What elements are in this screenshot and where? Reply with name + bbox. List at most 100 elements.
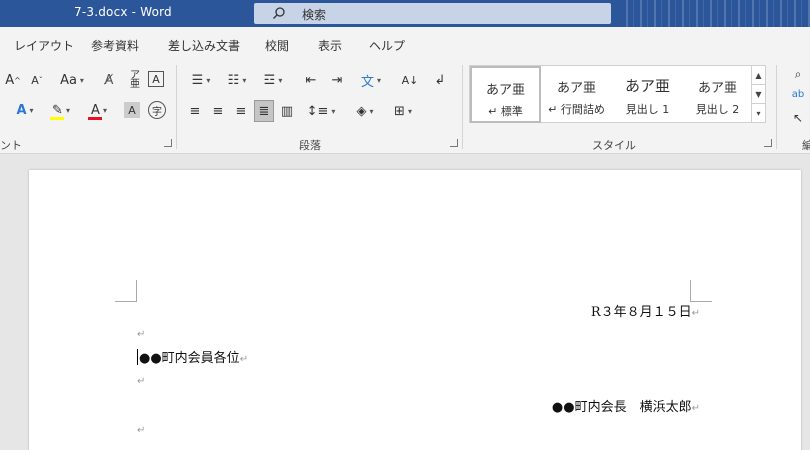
empty-paragraph[interactable]: ↵ xyxy=(137,373,145,388)
separator xyxy=(776,65,777,149)
chevron-down-icon[interactable]: ▼ xyxy=(752,85,765,104)
title-bar-decoration xyxy=(620,0,810,27)
align-center-icon: ≡ xyxy=(212,103,224,119)
enclosed-char-button[interactable]: 字 xyxy=(148,101,166,119)
tab-review[interactable]: 校閲 xyxy=(265,37,289,54)
distributed-button[interactable]: ▥ xyxy=(278,100,296,122)
ribbon-tabs: レイアウト 参考資料 差し込み文書 校閲 表示 ヘルプ xyxy=(0,27,810,61)
numbering-icon: ☷ xyxy=(227,72,240,88)
search-icon xyxy=(273,7,285,19)
justify-icon: ≣ xyxy=(258,103,270,119)
font-color-icon: A xyxy=(91,102,100,118)
chevron-down-icon: ▾ xyxy=(79,75,84,85)
asian-layout-icon: 文 xyxy=(360,74,374,90)
title-bar: 7-3.docx - Word 検索 xyxy=(0,0,810,27)
search-box[interactable]: 検索 xyxy=(254,3,611,24)
shading-button[interactable]: ◈ ▾ xyxy=(350,100,380,122)
date-line[interactable]: R３年８月１５日↵ xyxy=(591,301,700,320)
char-shading-button[interactable]: A xyxy=(124,102,140,118)
font-dialog-launcher[interactable] xyxy=(164,139,172,147)
line-spacing-button[interactable]: ↕≡ ▾ xyxy=(306,100,336,122)
document-page[interactable]: R３年８月１５日↵ ↵ ●●町内会員各位↵ ↵ ●●町内会長 横浜太郎↵ ↵ xyxy=(29,170,801,450)
align-left-icon: ≡ xyxy=(189,103,201,119)
style-no-spacing[interactable]: あア亜 ↵ 行間詰め xyxy=(541,66,612,123)
more-styles-icon[interactable]: ▾ xyxy=(752,104,765,123)
numbering-button[interactable]: ☷ ▾ xyxy=(222,69,252,91)
tab-layout[interactable]: レイアウト xyxy=(14,37,74,54)
justify-button[interactable]: ≣ xyxy=(254,100,274,122)
asian-layout-button[interactable]: 文 ▾ xyxy=(356,69,386,91)
borders-button[interactable]: ⊞ ▾ xyxy=(388,100,418,122)
search-icon: ⌕ xyxy=(794,66,802,81)
tab-help[interactable]: ヘルプ xyxy=(369,37,405,54)
borders-icon: ⊞ xyxy=(394,103,405,119)
align-right-icon: ≡ xyxy=(235,103,247,119)
font-group-label: ント xyxy=(0,139,22,152)
document-area: R３年８月１５日↵ ↵ ●●町内会員各位↵ ↵ ●●町内会長 横浜太郎↵ ↵ xyxy=(0,154,810,450)
multilevel-list-button[interactable]: ☲ ▾ xyxy=(258,69,288,91)
addressee-line[interactable]: ●●町内会員各位↵ xyxy=(137,347,248,366)
style-gallery: あア亜 ↵ 標準 あア亜 ↵ 行間詰め あア亜 見出し 1 あア亜 見出し 2 xyxy=(469,65,752,123)
find-button[interactable]: ⌕ xyxy=(786,63,810,85)
distributed-icon: ▥ xyxy=(280,103,294,119)
grow-font-button[interactable]: A ^ xyxy=(4,69,22,91)
enclose-char-button[interactable]: A xyxy=(148,71,164,87)
separator xyxy=(462,65,463,149)
enclosed-char-icon: A xyxy=(152,72,160,86)
style-heading-1[interactable]: あア亜 見出し 1 xyxy=(612,66,683,123)
font-color-bar xyxy=(88,117,102,120)
highlight-button[interactable]: ✎ ▾ xyxy=(46,99,76,121)
paragraph-dialog-launcher[interactable] xyxy=(450,139,458,147)
empty-paragraph[interactable]: ↵ xyxy=(137,326,145,341)
decrease-indent-icon: ⇤ xyxy=(305,72,317,88)
show-marks-button[interactable]: ↲ xyxy=(430,69,450,91)
align-center-button[interactable]: ≡ xyxy=(209,100,227,122)
window-title: 7-3.docx - Word xyxy=(74,5,172,19)
paint-bucket-icon: ◈ xyxy=(356,103,367,119)
tab-references[interactable]: 参考資料 xyxy=(91,37,139,54)
replace-button[interactable]: ab xyxy=(786,83,810,105)
separator xyxy=(176,65,177,149)
char-shading-icon: A xyxy=(128,103,136,117)
margin-corner-top-left xyxy=(115,280,137,302)
text-effects-icon: A xyxy=(16,102,27,118)
highlight-color-bar xyxy=(50,117,64,120)
highlighter-icon: ✎ xyxy=(52,102,63,118)
style-heading-2[interactable]: あア亜 見出し 2 xyxy=(682,66,753,123)
styles-dialog-launcher[interactable] xyxy=(764,139,772,147)
paragraph-mark-icon: ↲ xyxy=(434,72,446,88)
style-normal[interactable]: あア亜 ↵ 標準 xyxy=(470,66,541,123)
align-right-button[interactable]: ≡ xyxy=(232,100,250,122)
enclosed-circle-icon: 字 xyxy=(152,106,162,118)
search-label: 検索 xyxy=(302,8,327,22)
text-effects-button[interactable]: A ▾ xyxy=(10,99,40,121)
clear-formatting-button[interactable]: A̸ xyxy=(100,69,118,91)
text-cursor xyxy=(137,349,138,365)
cursor-icon: ↖ xyxy=(792,111,804,125)
sender-line[interactable]: ●●町内会長 横浜太郎↵ xyxy=(552,396,700,415)
change-case-button[interactable]: Aa ▾ xyxy=(56,69,88,91)
sort-icon: A↓ xyxy=(401,73,419,87)
tab-view[interactable]: 表示 xyxy=(318,37,342,54)
clear-format-icon: A̸ xyxy=(104,72,114,88)
phonetic-guide-button[interactable]: ア亜 xyxy=(126,69,144,91)
align-left-button[interactable]: ≡ xyxy=(186,100,204,122)
margin-corner-top-right xyxy=(690,280,712,302)
increase-indent-button[interactable]: ⇥ xyxy=(328,69,346,91)
multilevel-list-icon: ☲ xyxy=(263,72,276,88)
styles-group-label: スタイル xyxy=(592,139,636,152)
tab-mailings[interactable]: 差し込み文書 xyxy=(168,37,240,54)
style-gallery-scroll: ▲ ▼ ▾ xyxy=(752,65,766,123)
chevron-up-icon[interactable]: ▲ xyxy=(752,66,765,85)
select-button[interactable]: ↖ xyxy=(786,107,810,129)
empty-paragraph[interactable]: ↵ xyxy=(137,422,145,437)
decrease-indent-button[interactable]: ⇤ xyxy=(302,69,320,91)
shrink-font-button[interactable]: Aˇ xyxy=(28,69,46,91)
phonetic-guide-icon: ア亜 xyxy=(130,70,140,90)
editing-group-label: 編 xyxy=(802,139,810,152)
paragraph-group-label: 段落 xyxy=(299,139,321,152)
font-color-button[interactable]: A ▾ xyxy=(84,99,114,121)
sort-button[interactable]: A↓ xyxy=(400,69,420,91)
bullets-button[interactable]: ☰ ▾ xyxy=(186,69,216,91)
increase-indent-icon: ⇥ xyxy=(331,72,343,88)
